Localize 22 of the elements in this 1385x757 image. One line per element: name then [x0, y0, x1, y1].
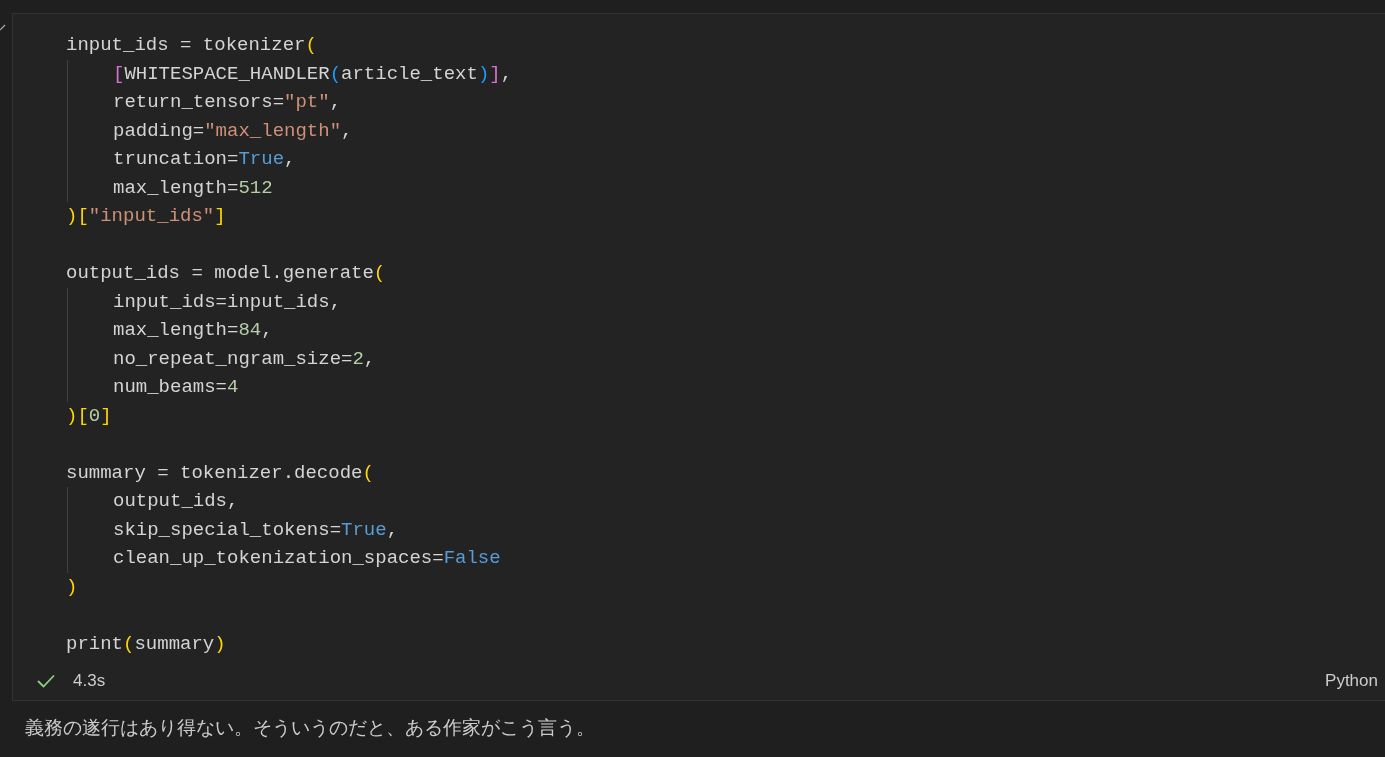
code-line: )["input_ids"] — [66, 204, 226, 229]
execution-time: 4.3s — [73, 671, 106, 691]
code-line: no_repeat_ngram_size=2, — [112, 346, 376, 372]
code-line: max_length=84, — [112, 318, 273, 343]
language-label[interactable]: Python — [1325, 671, 1378, 691]
code-line: print(summary) — [66, 631, 226, 657]
code-line: ) — [66, 574, 78, 600]
code-line: truncation=True, — [112, 147, 296, 172]
code-line: output_ids, — [112, 489, 239, 514]
code-line: )[0] — [66, 403, 112, 429]
code-line: [WHITESPACE_HANDLER(article_text)], — [112, 61, 513, 87]
code-line: num_beams=4 — [112, 375, 239, 400]
code-line: summary = tokenizer.decode( — [66, 460, 374, 486]
code-line: padding="max_length", — [112, 118, 353, 144]
code-line: clean_up_tokenization_spaces=False — [112, 546, 501, 571]
code-line: input_ids=input_ids, — [112, 289, 342, 315]
code-line: skip_special_tokens=True, — [112, 517, 399, 543]
code-line: output_ids = model.generate( — [66, 261, 386, 286]
code-line: return_tensors="pt", — [112, 90, 342, 115]
code-line: max_length=512 — [112, 175, 273, 201]
output-text: 義務の遂行はあり得ない。そういうのだと、ある作家がこう言う。 — [24, 715, 596, 740]
code-line: input_ids = tokenizer( — [66, 33, 317, 58]
